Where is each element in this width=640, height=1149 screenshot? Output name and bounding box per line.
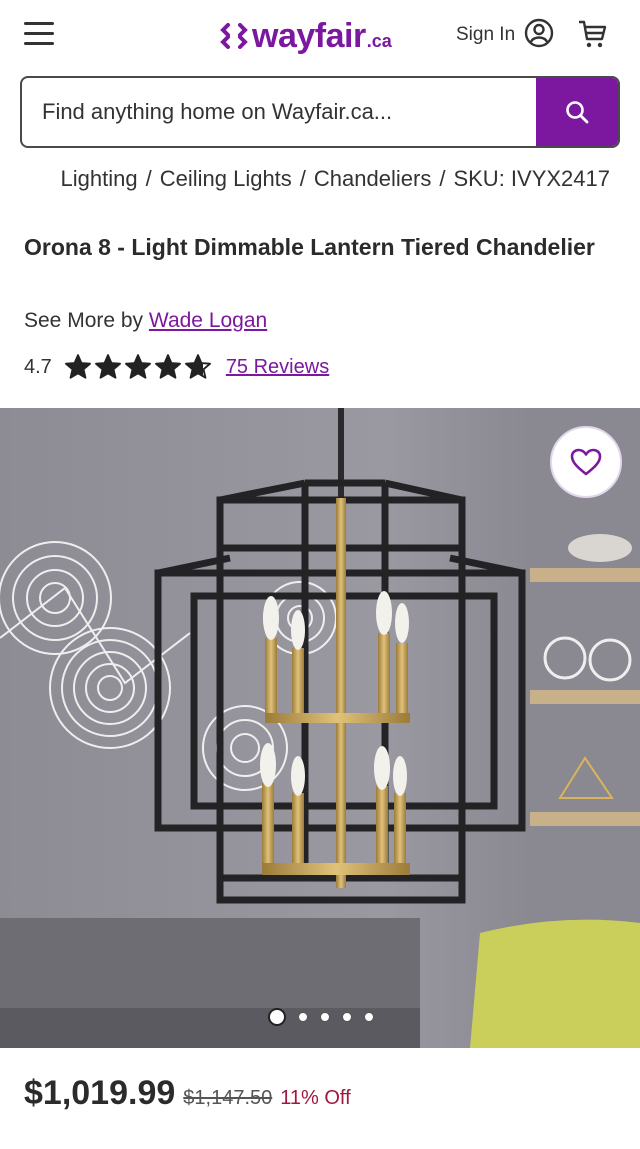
menu-icon[interactable] — [24, 22, 54, 48]
product-image[interactable] — [0, 408, 640, 1048]
star-icon — [154, 354, 181, 379]
search-bar — [20, 76, 620, 148]
search-input[interactable] — [22, 78, 540, 146]
carousel-dot[interactable] — [298, 1012, 308, 1022]
see-more-prefix: See More by — [24, 309, 144, 332]
sale-price: $1,019.99 — [24, 1074, 176, 1112]
breadcrumb-item-lighting[interactable]: Lighting — [61, 166, 138, 191]
breadcrumb-item-chandeliers[interactable]: Chandeliers — [314, 166, 431, 191]
product-title: Orona 8 - Light Dimmable Lantern Tiered … — [24, 234, 595, 260]
star-icon — [184, 354, 211, 379]
chandelier-photo — [0, 408, 640, 1048]
carousel-dot[interactable] — [268, 1008, 286, 1026]
breadcrumb-separator: / — [299, 166, 306, 191]
user-icon[interactable] — [524, 18, 554, 48]
breadcrumb-sku: SKU: IVYX2417 — [453, 166, 610, 191]
cart-icon[interactable] — [576, 18, 608, 50]
reviews-link[interactable]: 75 Reviews — [226, 356, 329, 379]
site-header: wayfair .ca Sign In — [0, 0, 640, 72]
star-icon — [64, 354, 91, 379]
wayfair-logo[interactable]: wayfair .ca — [220, 14, 392, 58]
logo-text: wayfair — [252, 16, 366, 55]
breadcrumb-separator: / — [145, 166, 152, 191]
star-icon — [94, 354, 121, 379]
star-icon — [124, 354, 151, 379]
star-rating — [64, 353, 214, 381]
wishlist-button[interactable] — [550, 426, 622, 498]
breadcrumb-separator: / — [439, 166, 446, 191]
search-icon — [566, 101, 589, 124]
see-more-by: See More by Wade Logan — [24, 309, 267, 333]
sign-in-link[interactable]: Sign In — [456, 24, 515, 46]
price-row: $1,019.99 $1,147.50 11% Off — [24, 1074, 351, 1113]
original-price: $1,147.50 — [183, 1087, 273, 1109]
image-carousel-dots — [262, 1008, 380, 1026]
breadcrumb-item-ceiling-lights[interactable]: Ceiling Lights — [160, 166, 292, 191]
carousel-dot[interactable] — [342, 1012, 352, 1022]
carousel-dot[interactable] — [364, 1012, 374, 1022]
logo-mark-icon — [220, 23, 248, 49]
discount-label: 11% Off — [280, 1087, 351, 1109]
logo-tld: .ca — [366, 30, 392, 51]
rating-row: 4.7 75 Reviews — [24, 350, 329, 384]
heart-icon — [570, 448, 602, 476]
brand-link[interactable]: Wade Logan — [149, 309, 267, 332]
rating-value: 4.7 — [24, 355, 52, 378]
breadcrumb: Lighting / Ceiling Lights / Chandeliers / SKU:… — [0, 166, 640, 196]
search-button[interactable] — [536, 78, 618, 146]
carousel-dot[interactable] — [320, 1012, 330, 1022]
